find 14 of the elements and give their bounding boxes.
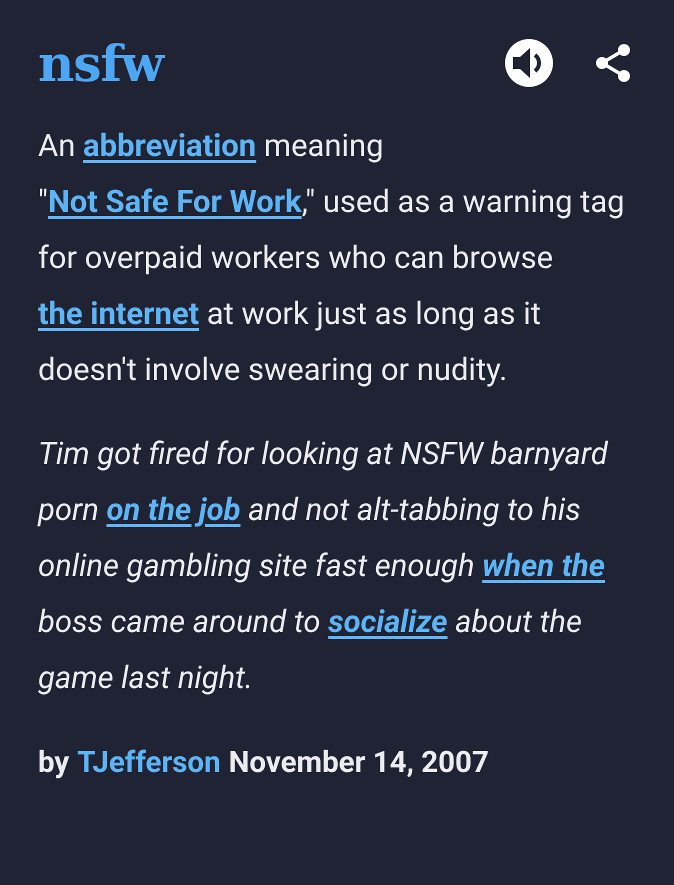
- link[interactable]: the internet: [38, 295, 200, 332]
- definition-text: An abbreviation meaning "Not Safe For Work," used as a warning tag for overpaid workers who can browse the internet at work just as long as it doesn't involve swearing or nudity.: [38, 126, 626, 390]
- link[interactable]: on the job: [106, 491, 240, 528]
- share-icon[interactable]: [594, 43, 632, 83]
- example-text: Tim got fired for looking at NSFW barnyard porn on the job and not alt-tabbing to his online gambling site fast enough when the boss came around to socialize about the game last night.: [38, 434, 609, 698]
- author-link[interactable]: TJefferson: [77, 746, 221, 780]
- byline-prefix: by: [38, 746, 70, 780]
- link[interactable]: abbreviation: [83, 127, 256, 164]
- link[interactable]: socialize: [328, 603, 448, 640]
- link[interactable]: when the: [482, 547, 606, 584]
- link[interactable]: Not Safe For Work: [48, 183, 302, 220]
- date-text: November 14, 2007: [228, 746, 489, 780]
- speaker-icon[interactable]: [504, 38, 554, 88]
- word-title[interactable]: nsfw: [38, 34, 164, 92]
